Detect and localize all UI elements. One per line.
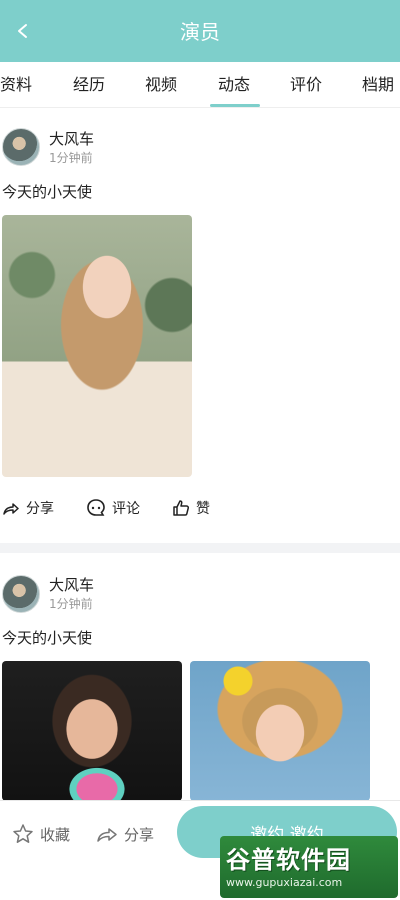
active-tab-indicator xyxy=(210,104,260,107)
post-text: 今天的小天使 xyxy=(2,183,93,201)
tab-moments[interactable]: 动态 xyxy=(218,74,250,96)
post-photo[interactable] xyxy=(2,661,182,801)
tab-profile[interactable]: 资料 xyxy=(0,74,32,96)
post-author[interactable]: 大风车 xyxy=(49,129,94,149)
share-icon xyxy=(97,828,117,842)
post-photo[interactable] xyxy=(2,215,192,477)
avatar[interactable] xyxy=(2,575,40,613)
like-label: 赞 xyxy=(196,501,210,517)
watermark-logo: 谷普软件园 www.gupuxiazai.com xyxy=(220,836,398,898)
comment-label: 评论 xyxy=(112,501,140,517)
post-time: 1分钟前 xyxy=(49,151,93,165)
watermark-url: www.gupuxiazai.com xyxy=(226,876,343,889)
post-photo[interactable] xyxy=(190,661,370,801)
avatar[interactable] xyxy=(2,128,40,166)
favorite-label: 收藏 xyxy=(40,825,71,844)
post-author[interactable]: 大风车 xyxy=(49,575,94,595)
watermark-text: 谷普软件园 xyxy=(226,846,351,874)
share-icon xyxy=(3,503,19,515)
comment-button[interactable]: 评论 xyxy=(86,498,140,518)
post-actions: 分享 评论 赞 xyxy=(0,496,400,524)
post-time: 1分钟前 xyxy=(49,597,93,611)
app-header: 演员 xyxy=(0,0,400,62)
tab-bar: 资料 经历 视频 动态 评价 档期 xyxy=(0,62,400,108)
share-button[interactable]: 分享 xyxy=(96,823,154,845)
post-text: 今天的小天使 xyxy=(2,629,93,647)
comment-icon xyxy=(87,499,105,516)
tab-reviews[interactable]: 评价 xyxy=(290,74,322,96)
favorite-button[interactable]: 收藏 xyxy=(12,823,70,845)
like-button[interactable]: 赞 xyxy=(172,498,210,518)
page-title: 演员 xyxy=(180,20,220,44)
tab-experience[interactable]: 经历 xyxy=(73,74,105,96)
share-label: 分享 xyxy=(124,825,155,844)
like-icon xyxy=(173,500,190,516)
share-button[interactable]: 分享 xyxy=(2,498,54,518)
tab-video[interactable]: 视频 xyxy=(145,74,177,96)
tab-schedule[interactable]: 档期 xyxy=(362,74,394,96)
section-divider xyxy=(0,543,400,553)
share-label: 分享 xyxy=(26,501,54,517)
star-icon xyxy=(13,824,33,843)
